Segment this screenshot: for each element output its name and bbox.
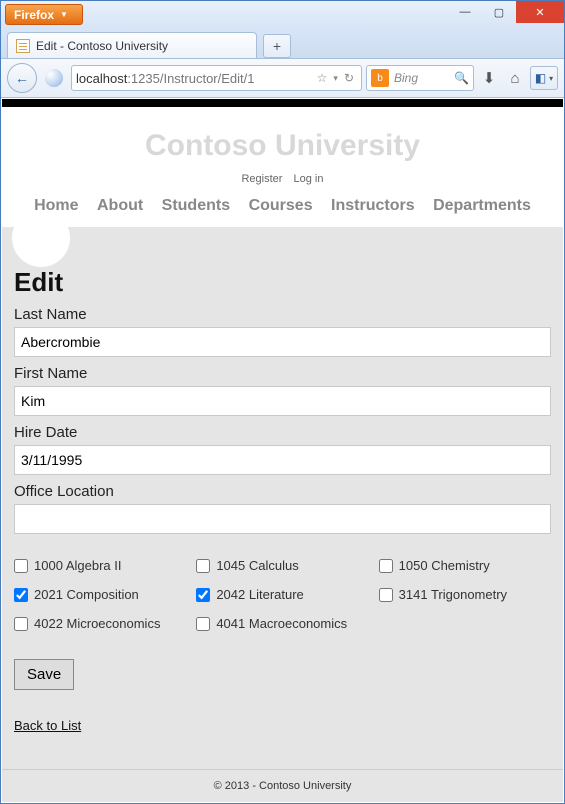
firefox-menu-button[interactable]: Firefox ▼ bbox=[5, 4, 83, 25]
nav-home[interactable]: Home bbox=[34, 197, 78, 214]
maximize-button[interactable]: ▢ bbox=[482, 1, 516, 23]
site-header: Contoso University Register Log in Home … bbox=[2, 107, 563, 227]
star-icon[interactable]: ☆ bbox=[317, 71, 328, 85]
nav-instructors[interactable]: Instructors bbox=[331, 197, 415, 214]
course-item[interactable]: 1000 Algebra II bbox=[14, 558, 186, 573]
register-link[interactable]: Register bbox=[241, 173, 282, 185]
course-label: 1050 Chemistry bbox=[399, 558, 490, 573]
course-label: 2042 Literature bbox=[216, 587, 303, 602]
new-tab-button[interactable]: + bbox=[263, 34, 291, 58]
course-checkboxes: 1000 Algebra II 1045 Calculus 1050 Chemist… bbox=[14, 558, 551, 631]
tab-strip: Edit - Contoso University + bbox=[1, 28, 564, 59]
nav-courses[interactable]: Courses bbox=[249, 197, 313, 214]
back-button[interactable]: ← bbox=[7, 63, 37, 93]
bookmarks-button[interactable]: ◧▾ bbox=[530, 66, 558, 90]
edit-form: Edit Last Name First Name Hire Date Offi… bbox=[2, 227, 563, 735]
search-bar[interactable]: b Bing 🔍 bbox=[366, 65, 474, 91]
site-footer: © 2013 - Contoso University bbox=[2, 769, 563, 802]
top-accent-bar bbox=[2, 99, 563, 107]
main-nav: Home About Students Courses Instructors … bbox=[2, 197, 563, 215]
window-controls: — ▢ ✕ bbox=[448, 1, 564, 23]
caret-down-icon: ▼ bbox=[60, 10, 68, 19]
save-button[interactable]: Save bbox=[14, 659, 74, 690]
back-to-list-link[interactable]: Back to List bbox=[14, 718, 81, 733]
input-last-name[interactable] bbox=[14, 327, 551, 357]
page-viewport: Contoso University Register Log in Home … bbox=[2, 99, 563, 802]
label-first-name: First Name bbox=[14, 365, 551, 382]
course-label: 4022 Microeconomics bbox=[34, 616, 160, 631]
reload-icon[interactable]: ↻ bbox=[344, 71, 354, 85]
search-placeholder: Bing bbox=[394, 71, 418, 85]
close-button[interactable]: ✕ bbox=[516, 1, 564, 23]
course-checkbox[interactable] bbox=[14, 617, 28, 631]
course-label: 3141 Trigonometry bbox=[399, 587, 507, 602]
label-office-location: Office Location bbox=[14, 483, 551, 500]
course-label: 2021 Composition bbox=[34, 587, 139, 602]
course-item[interactable]: 4041 Macroeconomics bbox=[196, 616, 368, 631]
course-item[interactable]: 2021 Composition bbox=[14, 587, 186, 602]
nav-students[interactable]: Students bbox=[162, 197, 230, 214]
url-bar[interactable]: localhost:1235/Instructor/Edit/1 ☆ ▾ ↻ bbox=[71, 65, 362, 91]
course-checkbox[interactable] bbox=[14, 559, 28, 573]
course-item[interactable]: 4022 Microeconomics bbox=[14, 616, 186, 631]
login-link[interactable]: Log in bbox=[294, 173, 324, 185]
course-label: 4041 Macroeconomics bbox=[216, 616, 347, 631]
nav-about[interactable]: About bbox=[97, 197, 143, 214]
globe-icon bbox=[45, 69, 63, 87]
site-title: Contoso University bbox=[2, 129, 563, 163]
nav-departments[interactable]: Departments bbox=[433, 197, 531, 214]
tab-title: Edit - Contoso University bbox=[36, 39, 168, 53]
course-item[interactable]: 3141 Trigonometry bbox=[379, 587, 551, 602]
url-host: localhost bbox=[76, 71, 127, 86]
bing-icon: b bbox=[371, 69, 389, 87]
page-icon bbox=[16, 39, 30, 53]
course-checkbox[interactable] bbox=[14, 588, 28, 602]
course-item[interactable]: 2042 Literature bbox=[196, 587, 368, 602]
course-checkbox[interactable] bbox=[379, 559, 393, 573]
course-item[interactable]: 1050 Chemistry bbox=[379, 558, 551, 573]
firefox-menu-label: Firefox bbox=[14, 8, 54, 22]
label-last-name: Last Name bbox=[14, 306, 551, 323]
account-links: Register Log in bbox=[2, 173, 563, 185]
window-titlebar: Firefox ▼ — ▢ ✕ bbox=[1, 1, 564, 28]
downloads-button[interactable]: ⬇ bbox=[478, 67, 500, 89]
course-checkbox[interactable] bbox=[196, 617, 210, 631]
course-label: 1000 Algebra II bbox=[34, 558, 121, 573]
nav-toolbar: ← localhost:1235/Instructor/Edit/1 ☆ ▾ ↻… bbox=[1, 59, 564, 98]
page-body: Edit Last Name First Name Hire Date Offi… bbox=[2, 227, 563, 802]
input-first-name[interactable] bbox=[14, 386, 551, 416]
dropdown-icon[interactable]: ▾ bbox=[333, 73, 338, 84]
browser-tab[interactable]: Edit - Contoso University bbox=[7, 32, 257, 58]
caret-down-icon: ▾ bbox=[549, 74, 553, 83]
url-path: :1235/Instructor/Edit/1 bbox=[127, 71, 254, 86]
minimize-button[interactable]: — bbox=[448, 1, 482, 23]
course-label: 1045 Calculus bbox=[216, 558, 298, 573]
label-hire-date: Hire Date bbox=[14, 424, 551, 441]
page-heading: Edit bbox=[14, 267, 551, 298]
input-hire-date[interactable] bbox=[14, 445, 551, 475]
course-checkbox[interactable] bbox=[379, 588, 393, 602]
home-button[interactable]: ⌂ bbox=[504, 67, 526, 89]
input-office-location[interactable] bbox=[14, 504, 551, 534]
course-checkbox[interactable] bbox=[196, 588, 210, 602]
search-go-icon[interactable]: 🔍 bbox=[454, 71, 469, 85]
course-item[interactable]: 1045 Calculus bbox=[196, 558, 368, 573]
course-checkbox[interactable] bbox=[196, 559, 210, 573]
